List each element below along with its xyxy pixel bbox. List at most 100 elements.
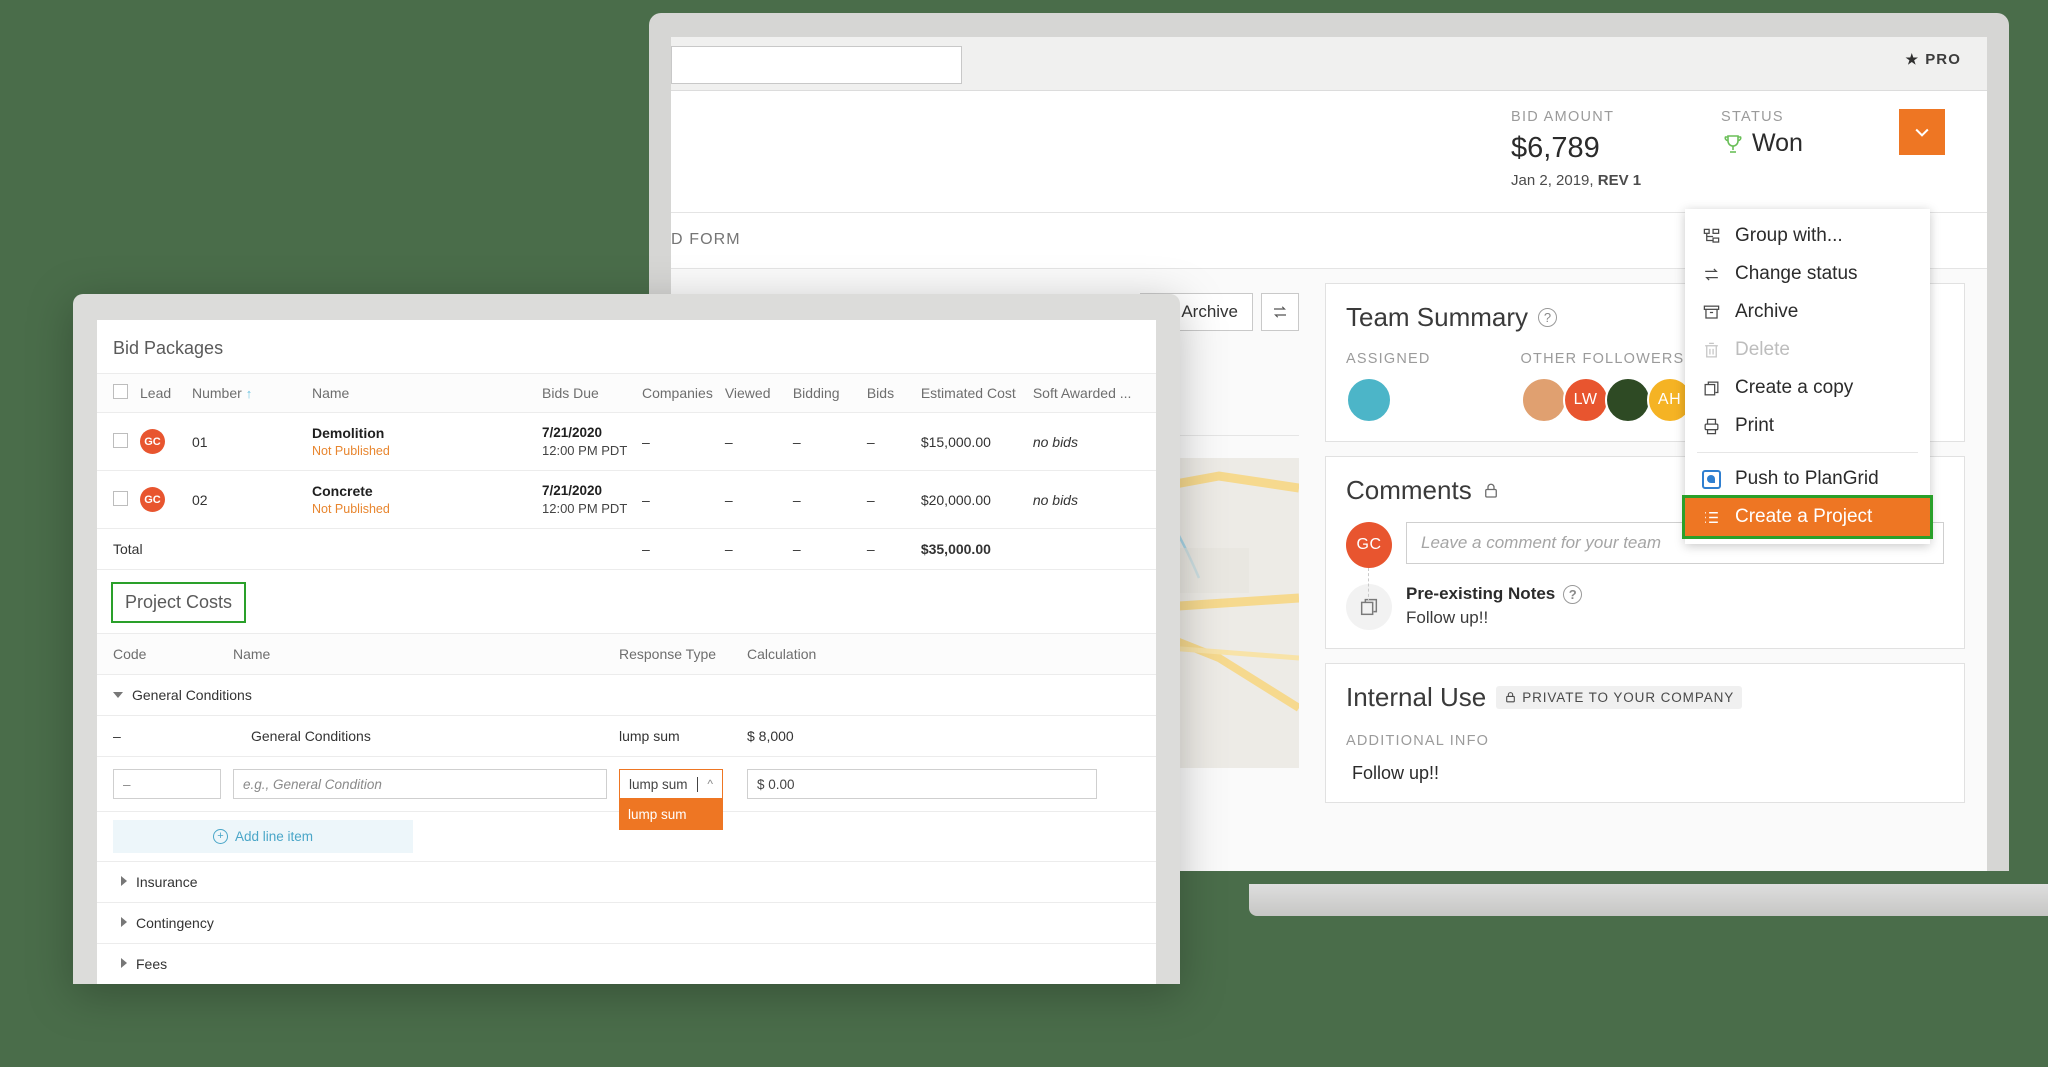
app-topbar: ★ PRO (671, 37, 1987, 91)
row-viewed: – (718, 412, 787, 471)
chevron-right-icon[interactable] (121, 958, 127, 968)
private-badge-label: PRIVATE TO YOUR COMPANY (1522, 690, 1735, 705)
col-bids-due[interactable]: Bids Due (536, 373, 636, 413)
col-bids[interactable]: Bids (860, 373, 915, 413)
menu-item-print[interactable]: Print (1685, 407, 1930, 445)
row-bids-due-cell: 7/21/2020 12:00 PM PDT (536, 412, 636, 471)
bid-header: BID AMOUNT $6,789 Jan 2, 2019, REV 1 STA… (671, 91, 1987, 213)
status-dropdown-toggle[interactable] (1899, 109, 1945, 155)
response-type-option-lump-sum[interactable]: lump sum (619, 799, 723, 830)
menu-item-group-with[interactable]: Group with... (1685, 217, 1930, 255)
row-select-cell (97, 412, 134, 471)
menu-item-push-to-plangrid[interactable]: Push to PlanGrid (1685, 460, 1930, 498)
col-name[interactable]: Name (306, 373, 536, 413)
table-row[interactable]: GC 02 Concrete Not Published 7/21/2020 1… (97, 470, 1156, 529)
menu-item-archive[interactable]: Archive (1685, 293, 1930, 331)
menu-item-label: Group with... (1735, 225, 1843, 246)
chevron-right-icon[interactable] (121, 917, 127, 927)
cost-new-line-item-row[interactable]: – e.g., General Condition lump sum ^ lum… (97, 756, 1156, 830)
cost-line-item-row[interactable]: – General Conditions lump sum $ 8,000 (97, 715, 1156, 757)
chevron-down-icon (1915, 128, 1929, 137)
project-costs-title: Project Costs (111, 582, 247, 623)
row-checkbox[interactable] (113, 432, 128, 448)
avatar[interactable]: LW (1562, 377, 1609, 423)
menu-item-delete: Delete (1685, 331, 1930, 369)
add-line-item-button[interactable]: + Add line item (113, 820, 413, 853)
archive-icon (1701, 302, 1721, 322)
text-cursor (697, 776, 699, 792)
col-bidding[interactable]: Bidding (786, 373, 861, 413)
avatar[interactable]: GC (140, 487, 165, 512)
col-lead[interactable]: Lead (134, 373, 186, 413)
global-search-input[interactable] (671, 46, 962, 84)
change-status-button[interactable] (1261, 293, 1299, 331)
help-icon[interactable]: ? (1563, 584, 1583, 604)
menu-item-create-a-project[interactable]: Create a Project (1682, 495, 1933, 539)
col-companies[interactable]: Companies (636, 373, 719, 413)
note-icon-wrap (1346, 584, 1392, 630)
calculation-input[interactable]: $ 0.00 (747, 769, 1097, 799)
new-code-cell: – (97, 756, 227, 812)
pro-badge-label: PRO (1925, 51, 1961, 68)
additional-info-value: Follow up!! (1352, 763, 1440, 783)
code-input[interactable]: – (113, 769, 221, 799)
lock-icon (1506, 692, 1516, 703)
team-summary-title-text: Team Summary (1346, 302, 1529, 332)
bid-packages-body: GC 01 Demolition Not Published 7/21/2020… (97, 412, 1156, 570)
avatar[interactable]: GC (1346, 522, 1392, 568)
table-header-row: Lead Number ↑ Name Bids Due Companies Vi… (97, 373, 1156, 413)
name-input[interactable]: e.g., General Condition (233, 769, 607, 799)
comments-title-text: Comments (1346, 475, 1472, 505)
status-dropdown-menu[interactable]: Group with... Change status Archive Dele… (1682, 209, 1933, 544)
row-name-cell: Concrete Not Published (306, 470, 536, 529)
avatar[interactable] (1604, 377, 1651, 423)
col-viewed[interactable]: Viewed (718, 373, 787, 413)
select-all-checkbox[interactable] (113, 384, 128, 399)
internal-use-title: Internal Use PRIVATE TO YOUR COMPANY (1346, 682, 1944, 713)
line-item-name: General Conditions (227, 715, 613, 757)
cost-group-row[interactable]: Fees (97, 943, 1156, 984)
avatar[interactable]: GC (140, 429, 165, 454)
status-value-text: Won (1752, 129, 1803, 157)
row-name[interactable]: Demolition (312, 425, 530, 441)
list-icon (1701, 507, 1721, 527)
menu-item-create-a-copy[interactable]: Create a copy (1685, 369, 1930, 407)
row-bids-due-time: 12:00 PM PDT (542, 501, 628, 516)
row-bids: – (860, 470, 915, 529)
change-status-icon (1274, 306, 1286, 318)
status-value-row: Won (1721, 129, 1803, 158)
menu-item-change-status[interactable]: Change status (1685, 255, 1930, 293)
col-number-label: Number (192, 385, 242, 401)
sort-asc-icon: ↑ (245, 386, 253, 401)
row-bids: – (860, 412, 915, 471)
chevron-down-icon[interactable] (113, 692, 123, 698)
help-icon[interactable]: ? (1538, 308, 1558, 327)
col-number[interactable]: Number ↑ (186, 373, 306, 413)
avatar[interactable] (1520, 377, 1567, 423)
response-type-select[interactable]: lump sum ^ (619, 769, 723, 799)
col-soft-awarded[interactable]: Soft Awarded ... (1026, 373, 1156, 413)
row-name[interactable]: Concrete (312, 483, 530, 499)
bid-packages-header: Lead Number ↑ Name Bids Due Companies Vi… (97, 373, 1156, 413)
cost-group-row[interactable]: General Conditions (97, 674, 1156, 716)
table-row[interactable]: GC 01 Demolition Not Published 7/21/2020… (97, 412, 1156, 471)
menu-item-label: Create a copy (1735, 377, 1854, 398)
row-select-cell (97, 470, 134, 529)
chevron-right-icon[interactable] (121, 876, 127, 886)
bid-packages-table: Lead Number ↑ Name Bids Due Companies Vi… (97, 373, 1156, 570)
pre-existing-note-row: Pre-existing Notes ? Follow up!! (1346, 584, 1944, 630)
col-estimated-cost[interactable]: Estimated Cost (914, 373, 1027, 413)
cost-group-row[interactable]: Insurance (97, 861, 1156, 903)
row-name-cell: Demolition Not Published (306, 412, 536, 471)
avatar[interactable] (1346, 377, 1392, 423)
cost-group-row[interactable]: Contingency (97, 902, 1156, 944)
row-checkbox[interactable] (113, 490, 128, 506)
bid-rev-text: REV 1 (1597, 172, 1642, 189)
bid-amount-date: Jan 2, 2019, REV 1 (1511, 172, 1641, 189)
pro-badge: ★ PRO (1906, 51, 1961, 68)
bid-amount-label: BID AMOUNT (1511, 109, 1615, 125)
bid-packages-title: Bid Packages (113, 338, 224, 358)
additional-info-label: ADDITIONAL INFO (1346, 733, 1490, 749)
col-name: Name (227, 633, 613, 675)
menu-item-label: Push to PlanGrid (1735, 468, 1879, 489)
